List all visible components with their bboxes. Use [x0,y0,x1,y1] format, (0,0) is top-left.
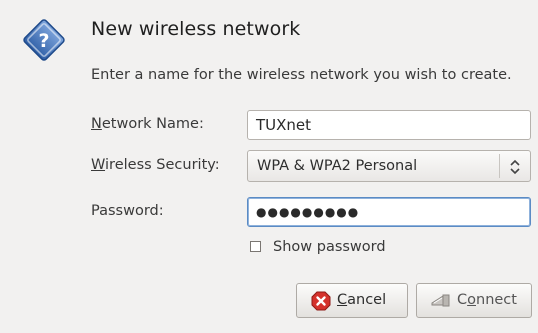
up-down-arrows-icon [510,159,520,175]
wireless-security-label: Wireless Security: [91,157,220,173]
connect-label-rest: nnect [476,292,517,308]
network-name-label-mnemonic: N [91,116,102,132]
cancel-button-label: Cancel [337,284,386,317]
network-name-label-text: etwork Name: [101,116,204,132]
wireless-security-select[interactable]: WPA & WPA2 Personal [247,150,531,182]
wireless-security-label-text: ireless Security: [105,157,220,173]
new-wireless-network-dialog: ? New wireless network Enter a name for … [0,0,538,333]
wireless-icon [431,294,450,307]
wireless-security-label-mnemonic: W [91,157,106,173]
cancel-button[interactable]: Cancel [296,283,408,318]
stop-icon [311,291,331,311]
password-label: Password: [91,203,164,219]
dialog-description: Enter a name for the wireless network yo… [91,67,512,83]
wireless-security-selected-value: WPA & WPA2 Personal [257,158,418,174]
network-name-label: Network Name: [91,116,204,132]
connect-button-label: Connect [457,284,517,317]
connect-button[interactable]: Connect [416,283,532,318]
svg-text:?: ? [38,30,49,52]
question-icon: ? [23,19,65,61]
network-name-input[interactable]: TUXnet [247,110,531,140]
connect-label-pre: C [457,292,468,308]
show-password-label[interactable]: Show password [273,238,386,256]
dialog-title: New wireless network [91,18,301,40]
password-input[interactable]: ●●●●●●●●● [247,197,531,227]
connect-mnemonic: o [467,292,476,308]
show-password-checkbox[interactable] [250,241,261,252]
cancel-label-rest: ancel [347,292,387,308]
cancel-mnemonic: C [337,292,348,308]
combo-separator [499,154,500,178]
